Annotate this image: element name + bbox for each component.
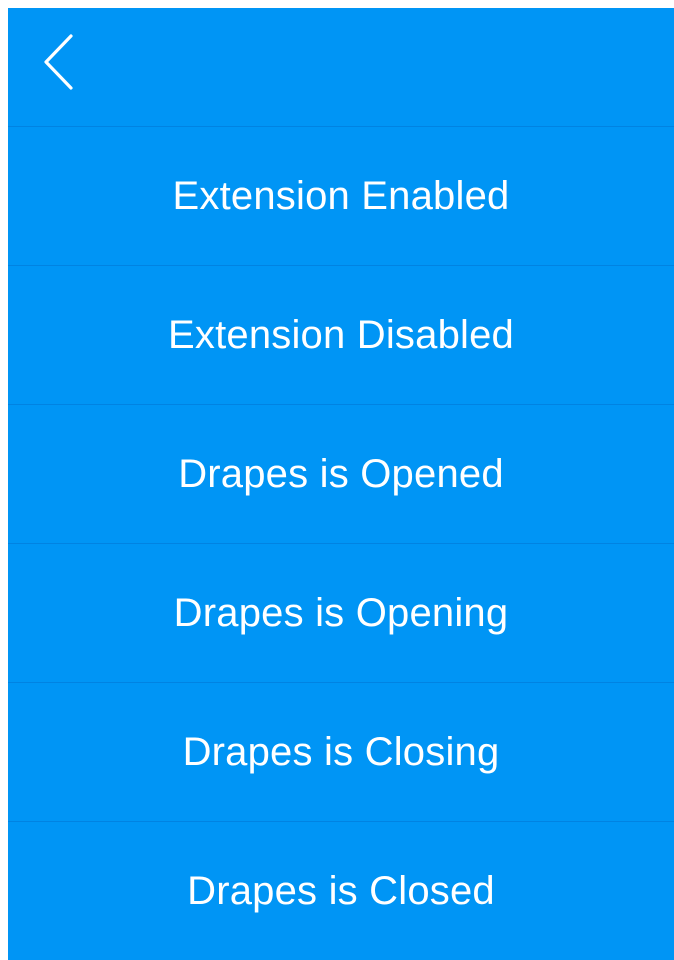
back-button[interactable] xyxy=(36,30,80,94)
option-drapes-opening[interactable]: Drapes is Opening xyxy=(8,544,674,683)
option-drapes-opened[interactable]: Drapes is Opened xyxy=(8,405,674,544)
option-extension-enabled[interactable]: Extension Enabled xyxy=(8,127,674,266)
header-bar xyxy=(8,8,674,127)
option-drapes-closed[interactable]: Drapes is Closed xyxy=(8,822,674,960)
chevron-left-icon xyxy=(44,34,73,90)
screen-panel: Extension Enabled Extension Disabled Dra… xyxy=(8,8,674,960)
option-drapes-closing[interactable]: Drapes is Closing xyxy=(8,683,674,822)
option-extension-disabled[interactable]: Extension Disabled xyxy=(8,266,674,405)
option-list: Extension Enabled Extension Disabled Dra… xyxy=(8,127,674,960)
